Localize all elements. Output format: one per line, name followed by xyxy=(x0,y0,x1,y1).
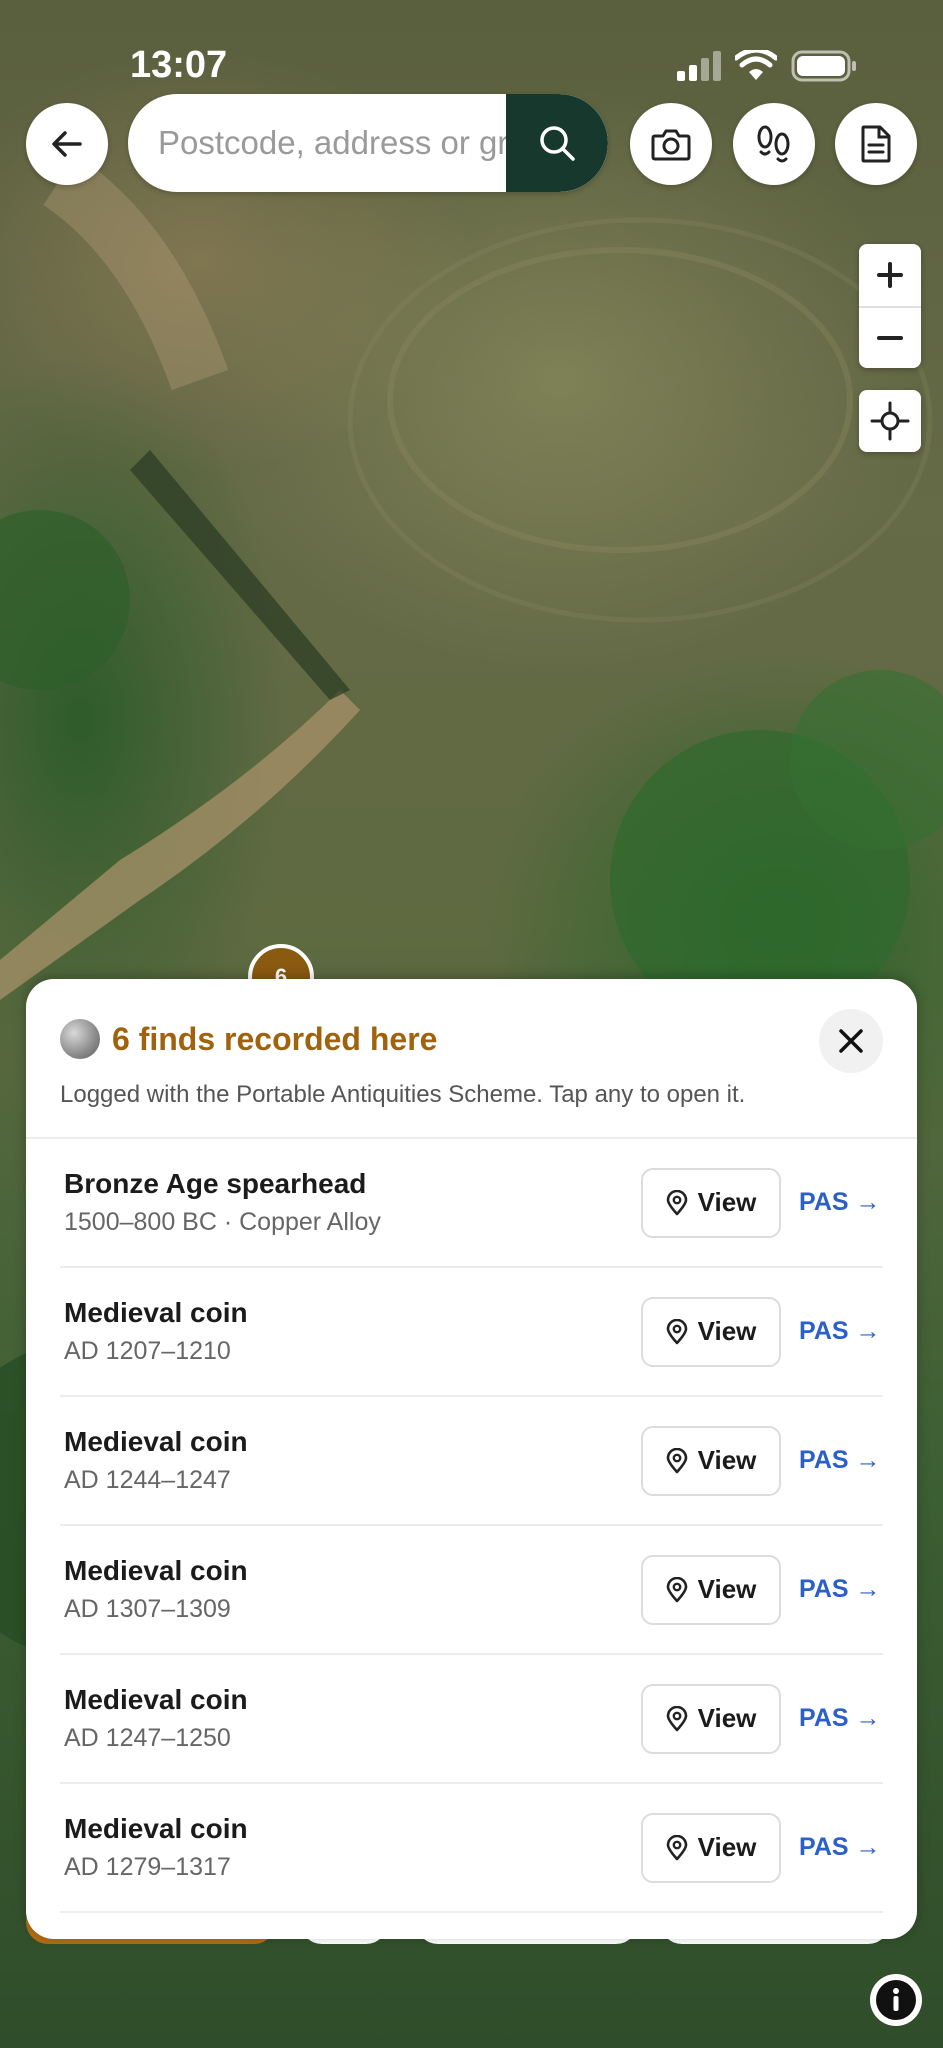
back-button[interactable] xyxy=(26,103,108,185)
finds-list: Bronze Age spearhead 1500–800 BC · Coppe… xyxy=(26,1139,917,1913)
find-title: Bronze Age spearhead xyxy=(64,1168,367,1199)
pas-link[interactable]: PAS → xyxy=(799,1575,883,1604)
view-on-map-button[interactable]: View xyxy=(641,1554,781,1625)
map-pin-icon xyxy=(666,1705,687,1731)
finds-title-row: 6 finds recorded here xyxy=(60,1019,883,1059)
find-title: Medieval coin xyxy=(64,1426,248,1457)
map-pin-icon xyxy=(666,1447,687,1473)
view-on-map-button[interactable]: View xyxy=(641,1296,781,1367)
finds-sheet-title: 6 finds recorded here xyxy=(112,1020,438,1057)
find-row[interactable]: Bronze Age spearhead 1500–800 BC · Coppe… xyxy=(60,1139,883,1268)
coin-icon xyxy=(60,1019,100,1059)
find-meta: AD 1279–1317 xyxy=(64,1853,231,1881)
minus-icon xyxy=(877,336,903,340)
arrow-left-icon xyxy=(52,131,82,157)
search-input[interactable] xyxy=(128,94,506,192)
map-pin-icon xyxy=(666,1834,687,1860)
pas-link[interactable]: PAS → xyxy=(799,1188,883,1217)
find-text: Medieval coin AD 1307–1309 xyxy=(64,1555,641,1624)
find-row[interactable]: Medieval coin AD 1244–1247 View PAS → xyxy=(60,1397,883,1526)
find-text: Medieval coin AD 1247–1250 xyxy=(64,1684,641,1753)
find-meta: 1500–800 BC · Copper Alloy xyxy=(64,1208,381,1236)
zoom-in-button[interactable] xyxy=(859,244,921,306)
find-title: Medieval coin xyxy=(64,1684,248,1715)
search-icon xyxy=(540,126,575,161)
view-on-map-button[interactable]: View xyxy=(641,1683,781,1754)
battery-icon xyxy=(791,50,856,82)
finds-sheet-subtitle: Logged with the Portable Antiquities Sch… xyxy=(60,1081,746,1108)
document-icon xyxy=(861,125,891,163)
view-label: View xyxy=(697,1703,757,1733)
plus-icon xyxy=(877,262,903,288)
pas-link[interactable]: PAS → xyxy=(799,1446,883,1475)
footprints-icon xyxy=(757,125,790,163)
finds-sheet: 6 finds recorded here Logged with the Po… xyxy=(26,979,917,1939)
find-text: Medieval coin AD 1244–1247 xyxy=(64,1426,641,1495)
find-title: Medieval coin xyxy=(64,1555,248,1586)
find-title: Medieval coin xyxy=(64,1297,248,1328)
pas-link[interactable]: PAS → xyxy=(799,1704,883,1733)
view-label: View xyxy=(697,1832,757,1862)
find-text: Medieval coin AD 1207–1210 xyxy=(64,1297,641,1366)
map-pin-icon xyxy=(666,1189,687,1215)
view-label: View xyxy=(697,1187,757,1217)
find-meta: AD 1307–1309 xyxy=(64,1595,231,1623)
find-title: Medieval coin xyxy=(64,1813,248,1844)
search-bar xyxy=(128,94,608,192)
info-icon xyxy=(876,1980,916,2020)
view-label: View xyxy=(697,1316,757,1346)
status-time: 13:07 xyxy=(130,44,228,86)
status-icons xyxy=(677,50,857,82)
find-meta: AD 1207–1210 xyxy=(64,1337,231,1365)
find-row[interactable]: Medieval coin AD 1307–1309 View PAS → xyxy=(60,1526,883,1655)
map-pin-icon xyxy=(666,1576,687,1602)
close-icon xyxy=(839,1029,863,1053)
pas-link[interactable]: PAS → xyxy=(799,1833,883,1862)
locate-button[interactable] xyxy=(859,390,921,452)
find-text: Bronze Age spearhead 1500–800 BC · Coppe… xyxy=(64,1168,641,1237)
view-label: View xyxy=(697,1574,757,1604)
wifi-icon xyxy=(735,50,777,80)
pas-link[interactable]: PAS → xyxy=(799,1317,883,1346)
finds-sheet-header: 6 finds recorded here Logged with the Po… xyxy=(26,979,917,1139)
search-button[interactable] xyxy=(506,94,608,192)
document-button[interactable] xyxy=(835,103,917,185)
camera-icon xyxy=(651,129,691,161)
zoom-out-button[interactable] xyxy=(859,306,921,368)
camera-button[interactable] xyxy=(630,103,712,185)
find-text: Medieval coin AD 1279–1317 xyxy=(64,1813,641,1882)
find-meta: AD 1244–1247 xyxy=(64,1466,231,1494)
close-button[interactable] xyxy=(819,1009,883,1073)
find-meta: AD 1247–1250 xyxy=(64,1724,231,1752)
map-pin-icon xyxy=(666,1318,687,1344)
view-on-map-button[interactable]: View xyxy=(641,1167,781,1238)
view-on-map-button[interactable]: View xyxy=(641,1425,781,1496)
find-row[interactable]: Medieval coin AD 1207–1210 View PAS → xyxy=(60,1268,883,1397)
view-on-map-button[interactable]: View xyxy=(641,1812,781,1883)
zoom-controls xyxy=(859,244,921,368)
view-label: View xyxy=(697,1445,757,1475)
info-button[interactable] xyxy=(870,1974,922,2026)
crosshair-icon xyxy=(870,401,910,441)
find-row[interactable]: Medieval coin AD 1279–1317 View PAS → xyxy=(60,1784,883,1913)
find-row[interactable]: Medieval coin AD 1247–1250 View PAS → xyxy=(60,1655,883,1784)
footprints-button[interactable] xyxy=(733,103,815,185)
signal-icon xyxy=(677,51,721,81)
